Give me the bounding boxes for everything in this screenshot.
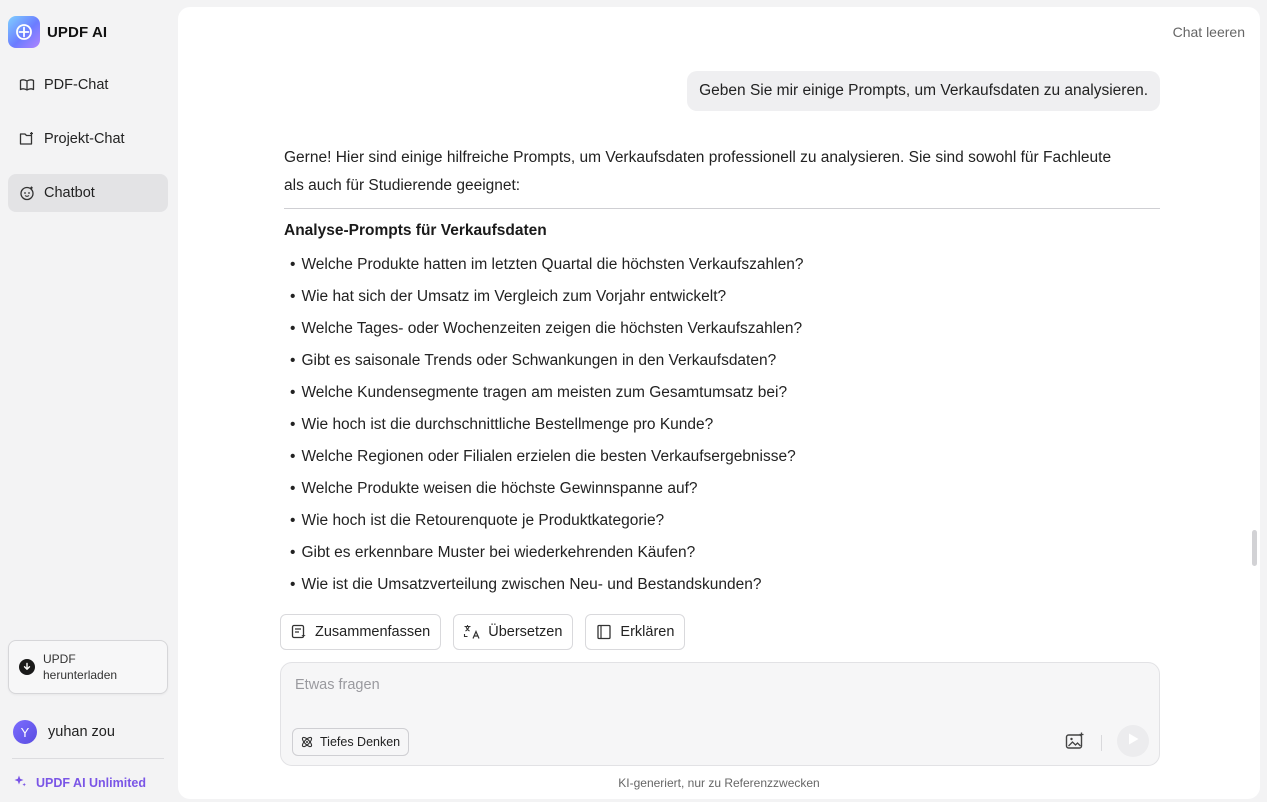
assistant-divider — [284, 208, 1160, 209]
deep-think-toggle[interactable]: Tiefes Denken — [292, 728, 410, 756]
sidebar-item-chatbot[interactable]: Chatbot — [8, 174, 168, 212]
translate-button[interactable]: Übersetzen — [453, 614, 574, 650]
sidebar-item-label: Projekt-Chat — [44, 131, 125, 147]
list-item: Wie hoch ist die durchschnittliche Beste… — [284, 409, 1160, 441]
assistant-intro-line1: Gerne! Hier sind einige hilfreiche Promp… — [284, 149, 1112, 166]
user-message-bubble: Geben Sie mir einige Prompts, um Verkauf… — [687, 71, 1160, 111]
user-message-text: Geben Sie mir einige Prompts, um Verkauf… — [699, 82, 1148, 99]
summarize-button[interactable]: Zusammenfassen — [280, 614, 442, 650]
list-item: Welche Produkte hatten im letzten Quarta… — [284, 249, 1160, 281]
explain-label: Erklären — [620, 624, 675, 640]
upgrade-unlimited-link[interactable]: UPDF AI Unlimited — [13, 774, 146, 791]
user-name: yuhan zou — [48, 724, 115, 740]
disclaimer-note: KI-generiert, nur zu Referenzzwecken — [618, 776, 820, 790]
sidebar-item-label: Chatbot — [44, 185, 95, 201]
bot-face-icon — [18, 184, 36, 202]
clear-chat-button[interactable]: Chat leeren — [1173, 24, 1245, 40]
list-item: Welche Kundensegmente tragen am meisten … — [284, 377, 1160, 409]
assistant-heading: Analyse-Prompts für Verkaufsdaten — [284, 222, 547, 239]
download-label-line1: UPDF — [43, 652, 76, 666]
avatar: Y — [13, 720, 37, 744]
send-arrow-icon — [1126, 732, 1140, 751]
brand[interactable]: UPDF AI — [8, 16, 107, 48]
sidebar-item-projekt-chat[interactable]: Projekt-Chat — [8, 120, 168, 158]
scrollbar[interactable] — [1250, 7, 1260, 799]
scrollbar-thumb[interactable] — [1252, 530, 1257, 566]
list-item: Welche Regionen oder Filialen erzielen d… — [284, 441, 1160, 473]
image-upload-button[interactable] — [1061, 729, 1089, 757]
prompt-list: Welche Produkte hatten im letzten Quarta… — [284, 249, 1160, 601]
list-item: Welche Tages- oder Wochenzeiten zeigen d… — [284, 313, 1160, 345]
translate-label: Übersetzen — [488, 624, 563, 640]
assistant-intro-line2: als auch für Studierende geeignet: — [284, 177, 521, 194]
summarize-label: Zusammenfassen — [315, 624, 431, 640]
folder-plus-icon — [18, 130, 36, 148]
explain-button[interactable]: Erklären — [585, 614, 686, 650]
sidebar-divider — [12, 758, 164, 759]
quick-actions: Zusammenfassen Übersetzen Erklären — [280, 614, 686, 650]
list-item: Welche Produkte weisen die höchste Gewin… — [284, 473, 1160, 505]
atom-icon — [300, 735, 314, 749]
sidebar-item-label: PDF-Chat — [44, 77, 109, 93]
book-open-icon — [18, 76, 36, 94]
list-item: Wie hoch ist die Retourenquote je Produk… — [284, 505, 1160, 537]
user-profile[interactable]: Y yuhan zou — [13, 720, 115, 744]
download-updf-button[interactable]: UPDF herunterladen — [8, 640, 168, 694]
chat-panel: Chat leeren Geben Sie mir einige Prompts… — [178, 7, 1260, 799]
image-add-icon — [1065, 732, 1085, 755]
chat-input-box: Tiefes Denken — [280, 662, 1160, 766]
list-item: Gibt es erkennbare Muster bei wiederkehr… — [284, 537, 1160, 569]
unlimited-label: UPDF AI Unlimited — [36, 775, 146, 790]
sidebar: UPDF AI PDF-Chat Projekt-Chat Chatbot UP… — [0, 0, 178, 802]
list-item: Wie hat sich der Umsatz im Vergleich zum… — [284, 281, 1160, 313]
translate-icon — [463, 623, 481, 641]
input-separator — [1101, 735, 1102, 751]
brand-name: UPDF AI — [47, 23, 108, 41]
sidebar-item-pdf-chat[interactable]: PDF-Chat — [8, 66, 168, 104]
book-icon — [595, 623, 613, 641]
download-label-line2: herunterladen — [43, 668, 118, 682]
list-item: Gibt es saisonale Trends oder Schwankung… — [284, 345, 1160, 377]
updf-ai-logo-icon — [8, 16, 40, 48]
summarize-icon — [290, 623, 308, 641]
send-button[interactable] — [1117, 725, 1149, 757]
sparkle-icon — [13, 774, 27, 791]
assistant-intro: Gerne! Hier sind einige hilfreiche Promp… — [284, 144, 1160, 200]
assistant-message: Gerne! Hier sind einige hilfreiche Promp… — [284, 144, 1160, 601]
download-circle-icon — [19, 659, 35, 675]
chat-input[interactable] — [295, 677, 1135, 707]
deep-think-label: Tiefes Denken — [320, 735, 401, 749]
list-item: Wie ist die Umsatzverteilung zwischen Ne… — [284, 569, 1160, 601]
